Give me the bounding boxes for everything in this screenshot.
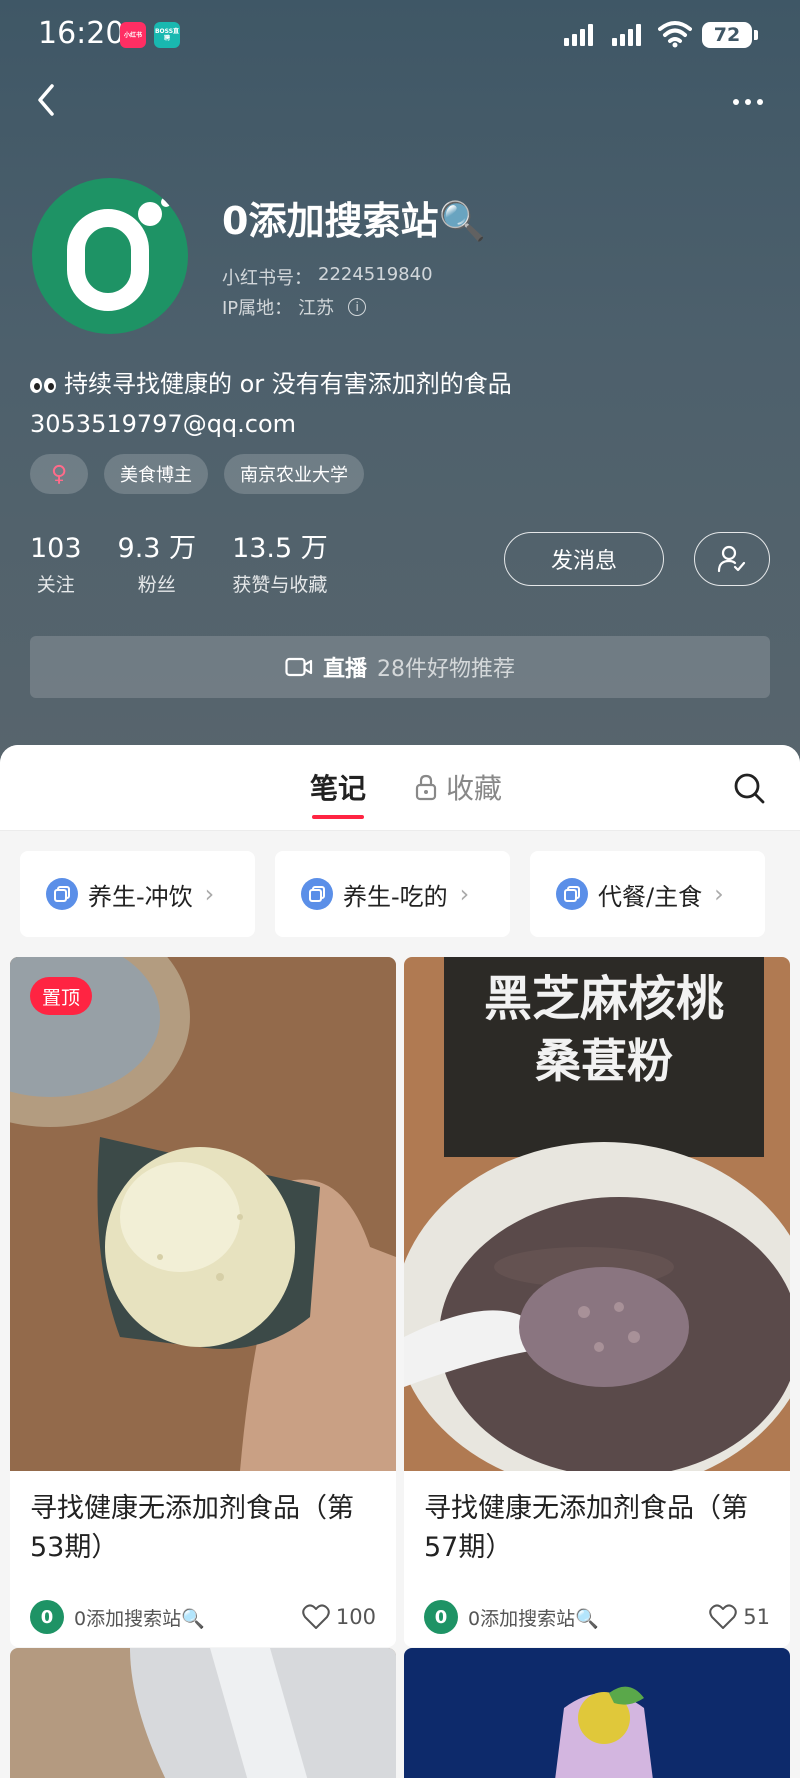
collection-icon bbox=[301, 878, 333, 910]
bio-line-1: 持续寻找健康的 or 没有有害添加剂的食品 bbox=[64, 370, 512, 398]
tag-food-blogger: 美食博主 bbox=[104, 454, 208, 494]
collection-label: 养生-吃的 bbox=[343, 882, 448, 911]
note-card[interactable] bbox=[10, 1648, 396, 1778]
chevron-right-icon: › bbox=[204, 880, 215, 908]
tag-university: 南京农业大学 bbox=[224, 454, 364, 494]
stat-label: 粉丝 bbox=[137, 574, 176, 596]
author-avatar[interactable]: 0 bbox=[30, 1600, 64, 1634]
profile-avatar[interactable] bbox=[32, 178, 188, 334]
stat-value: 9.3 万 bbox=[117, 533, 197, 564]
red-id-label: 小红书号： bbox=[222, 268, 312, 289]
stat-value: 13.5 万 bbox=[232, 533, 328, 564]
profile-bio: 持续寻找健康的 or 没有有害添加剂的食品 3053519797@qq.com bbox=[30, 364, 512, 444]
like-count-value: 100 bbox=[335, 1605, 376, 1629]
collection-label: 养生-冲饮 bbox=[88, 882, 193, 911]
status-time: 16:20 bbox=[38, 16, 125, 51]
info-icon[interactable]: i bbox=[348, 298, 367, 316]
chevron-right-icon: › bbox=[714, 880, 724, 908]
more-options-icon[interactable] bbox=[720, 82, 776, 122]
stat-value: 103 bbox=[30, 533, 82, 564]
profile-name: 0添加搜索站🔍 bbox=[222, 199, 486, 243]
collection-icon bbox=[46, 878, 78, 910]
stat-label: 获赞与收藏 bbox=[232, 574, 328, 596]
live-label: 直播 bbox=[322, 657, 367, 682]
profile-tags: ♀ 美食博主 南京农业大学 bbox=[30, 454, 364, 494]
ip-label: IP属地： bbox=[222, 298, 293, 319]
cellular-signal-icon bbox=[564, 22, 593, 46]
eyes-emoji-icon bbox=[30, 377, 56, 393]
note-cover-image bbox=[10, 1648, 396, 1778]
collection-list: 养生-冲饮 › 养生-吃的 › 代餐/主食 › bbox=[20, 851, 765, 937]
collection-item[interactable]: 养生-冲饮 › bbox=[20, 851, 255, 937]
note-meta: 0 0添加搜索站🔍 51 bbox=[404, 1577, 790, 1647]
tab-collect[interactable]: 收藏 bbox=[414, 767, 502, 807]
tab-bar: 笔记 收藏 bbox=[0, 745, 800, 831]
ip-value: 江苏 bbox=[298, 298, 335, 319]
red-id-value: 2224519840 bbox=[318, 264, 433, 285]
video-camera-icon bbox=[285, 657, 313, 677]
tab-notes[interactable]: 笔记 bbox=[310, 767, 366, 819]
lock-icon bbox=[415, 774, 437, 801]
note-cover-image: 置顶 bbox=[10, 957, 396, 1471]
note-card[interactable] bbox=[404, 1648, 790, 1778]
author-name[interactable]: 0添加搜索站🔍 bbox=[74, 1604, 302, 1631]
note-title: 寻找健康无添加剂食品（第53期） bbox=[30, 1493, 354, 1563]
logo-zero-icon bbox=[67, 197, 171, 311]
like-count-value: 51 bbox=[743, 1605, 770, 1629]
author-name[interactable]: 0添加搜索站🔍 bbox=[468, 1604, 709, 1631]
collection-label: 代餐/主食 bbox=[598, 882, 703, 911]
like-count[interactable]: 51 bbox=[709, 1604, 770, 1630]
ip-location: IP属地： 江苏 i bbox=[222, 294, 367, 320]
bio-email: 3053519797@qq.com bbox=[30, 410, 297, 438]
live-banner[interactable]: 直播 28件好物推荐 bbox=[30, 636, 770, 698]
collection-icon bbox=[556, 878, 588, 910]
status-bar: 16:20 小红书 BOSS直聘 72 bbox=[0, 0, 800, 72]
package-text: 黑芝麻核桃 bbox=[484, 971, 724, 1027]
note-cover-image bbox=[404, 1648, 790, 1778]
follow-button[interactable] bbox=[694, 532, 770, 586]
xiaohongshu-notification-icon: 小红书 bbox=[120, 22, 146, 48]
cellular-signal-2-icon bbox=[612, 22, 641, 46]
red-id: 小红书号： 2224519840 bbox=[222, 264, 433, 290]
content-panel: 笔记 收藏 养生-冲饮 › 养生-吃的 › 代餐/主食 › 置顶 寻找健康无添加… bbox=[0, 745, 800, 1778]
battery-icon: 72 bbox=[702, 22, 758, 48]
note-title: 寻找健康无添加剂食品（第57期） bbox=[424, 1493, 748, 1563]
profile-stats: 103 关注 9.3 万 粉丝 13.5 万 获赞与收藏 bbox=[30, 532, 364, 597]
stat-label: 关注 bbox=[36, 574, 75, 596]
tab-collect-label: 收藏 bbox=[446, 772, 503, 805]
note-cover-image: 黑芝麻核桃 桑葚粉 bbox=[404, 957, 790, 1471]
package-text: 桑葚粉 bbox=[535, 1034, 673, 1088]
note-meta: 0 0添加搜索站🔍 100 bbox=[10, 1577, 396, 1647]
heart-icon bbox=[709, 1604, 738, 1629]
stat-following[interactable]: 103 关注 bbox=[30, 532, 82, 597]
wifi-icon bbox=[658, 21, 692, 48]
boss-notification-icon: BOSS直聘 bbox=[154, 22, 180, 48]
send-message-button[interactable]: 发消息 bbox=[504, 532, 664, 586]
author-avatar[interactable]: 0 bbox=[424, 1600, 458, 1634]
search-icon[interactable] bbox=[732, 771, 766, 805]
stat-likes-collections[interactable]: 13.5 万 获赞与收藏 bbox=[232, 532, 328, 597]
back-arrow-icon[interactable] bbox=[28, 78, 68, 122]
chevron-right-icon: › bbox=[459, 880, 470, 908]
stat-followers[interactable]: 9.3 万 粉丝 bbox=[118, 532, 197, 597]
collection-item[interactable]: 代餐/主食 › bbox=[530, 851, 765, 937]
collection-item[interactable]: 养生-吃的 › bbox=[275, 851, 510, 937]
like-count[interactable]: 100 bbox=[302, 1604, 376, 1630]
user-check-icon bbox=[717, 545, 746, 573]
note-card[interactable]: 黑芝麻核桃 桑葚粉 寻找健康无添加剂食品（第57期） 0 0添加搜索站🔍 51 bbox=[404, 957, 790, 1647]
live-text: 28件好物推荐 bbox=[377, 657, 515, 682]
note-card[interactable]: 置顶 寻找健康无添加剂食品（第53期） 0 0添加搜索站🔍 100 bbox=[10, 957, 396, 1647]
heart-icon bbox=[302, 1604, 330, 1629]
pinned-badge: 置顶 bbox=[30, 977, 93, 1015]
gender-tag: ♀ bbox=[30, 454, 88, 494]
